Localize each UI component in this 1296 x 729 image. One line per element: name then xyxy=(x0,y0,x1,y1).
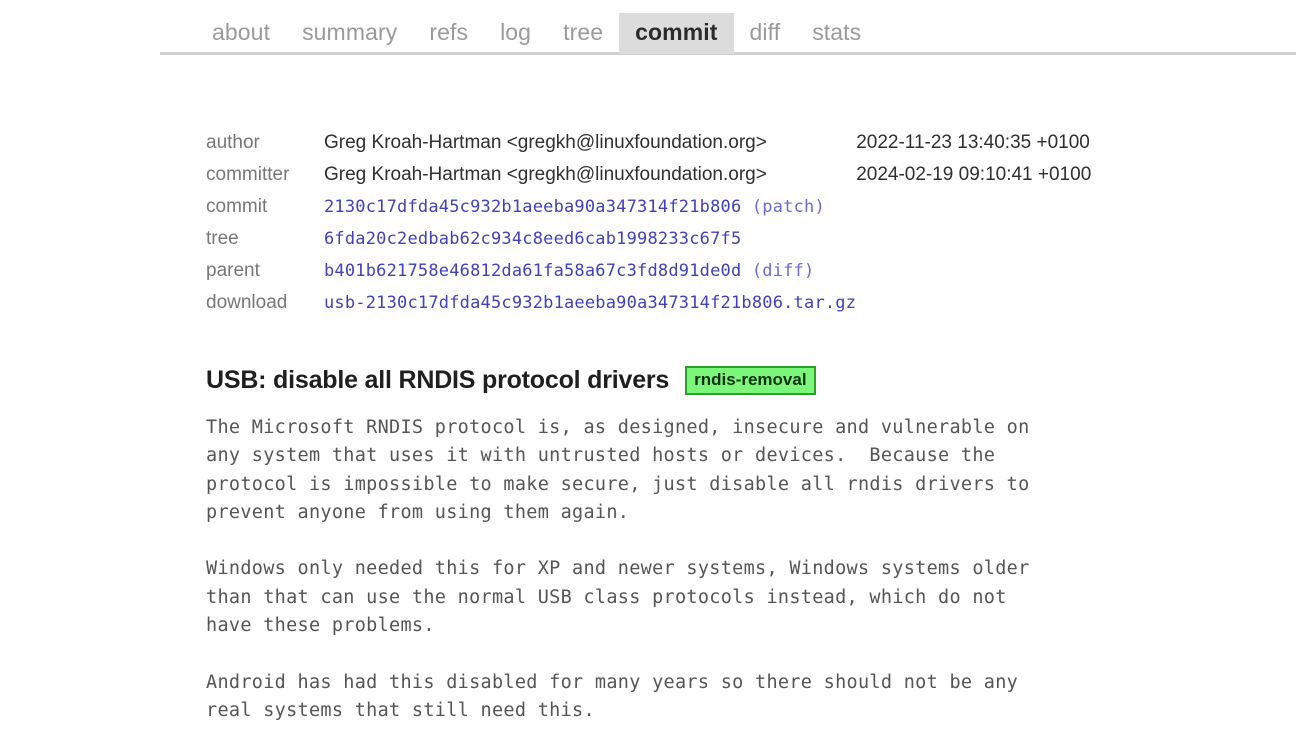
row-label-parent: parent xyxy=(206,260,260,281)
commit-hash-link[interactable]: 2130c17dfda45c932b1aeeba90a347314f21b806 xyxy=(324,197,741,217)
tab-log[interactable]: log xyxy=(484,13,547,54)
tab-commit[interactable]: commit xyxy=(619,13,734,54)
row-label-download: download xyxy=(206,292,288,313)
download-cell: usb-2130c17dfda45c932b1aeeba90a347314f21… xyxy=(324,292,856,324)
branch-decoration-badge[interactable]: rndis-removal xyxy=(685,366,816,395)
diff-link[interactable]: (diff) xyxy=(752,261,815,281)
commit-hash-cell: 2130c17dfda45c932b1aeeba90a347314f21b806… xyxy=(324,196,856,228)
table-row: parent b401b621758e46812da61fa58a67c3fd8… xyxy=(206,260,1091,292)
tab-about[interactable]: about xyxy=(196,13,286,54)
committer-value: Greg Kroah-Hartman <gregkh@linuxfoundati… xyxy=(324,164,767,185)
commit-info-table: author Greg Kroah-Hartman <gregkh@linuxf… xyxy=(206,132,1091,324)
table-row: committer Greg Kroah-Hartman <gregkh@lin… xyxy=(206,164,1091,196)
commit-date xyxy=(856,196,1091,228)
tree-hash-link[interactable]: 6fda20c2edbab62c934c8eed6cab1998233c67f5 xyxy=(324,229,741,249)
tab-diff[interactable]: diff xyxy=(734,13,797,54)
committer-date: 2024-02-19 09:10:41 +0100 xyxy=(856,164,1092,185)
table-row: tree 6fda20c2edbab62c934c8eed6cab1998233… xyxy=(206,228,1091,260)
page-title: USB: disable all RNDIS protocol drivers xyxy=(206,366,670,394)
parent-hash-cell: b401b621758e46812da61fa58a67c3fd8d91de0d… xyxy=(324,260,856,292)
commit-subject-row: USB: disable all RNDIS protocol drivers … xyxy=(206,366,816,395)
author-value: Greg Kroah-Hartman <gregkh@linuxfoundati… xyxy=(324,132,767,153)
row-label-commit: commit xyxy=(206,196,268,217)
tab-tree[interactable]: tree xyxy=(547,13,619,54)
patch-link[interactable]: (patch) xyxy=(752,197,825,217)
tab-navigation: about summary refs log tree commit diff … xyxy=(0,0,1296,56)
author-date: 2022-11-23 13:40:35 +0100 xyxy=(856,132,1090,153)
tree-date xyxy=(856,228,1091,260)
row-label-tree: tree xyxy=(206,228,239,249)
table-row: commit 2130c17dfda45c932b1aeeba90a347314… xyxy=(206,196,1091,228)
parent-date xyxy=(856,260,1091,292)
tab-refs[interactable]: refs xyxy=(413,13,484,54)
row-label-committer: committer xyxy=(206,164,290,185)
parent-hash-link[interactable]: b401b621758e46812da61fa58a67c3fd8d91de0d xyxy=(324,261,741,281)
tab-summary[interactable]: summary xyxy=(286,13,413,54)
download-tarball-link[interactable]: usb-2130c17dfda45c932b1aeeba90a347314f21… xyxy=(324,293,856,313)
table-row: author Greg Kroah-Hartman <gregkh@linuxf… xyxy=(206,132,1091,164)
download-date xyxy=(856,292,1091,324)
table-row: download usb-2130c17dfda45c932b1aeeba90a… xyxy=(206,292,1091,324)
tree-hash-cell: 6fda20c2edbab62c934c8eed6cab1998233c67f5 xyxy=(324,228,856,260)
commit-message-body: The Microsoft RNDIS protocol is, as desi… xyxy=(206,417,1030,721)
tab-stats[interactable]: stats xyxy=(796,13,877,54)
tab-list: about summary refs log tree commit diff … xyxy=(196,12,877,54)
row-label-author: author xyxy=(206,132,260,153)
